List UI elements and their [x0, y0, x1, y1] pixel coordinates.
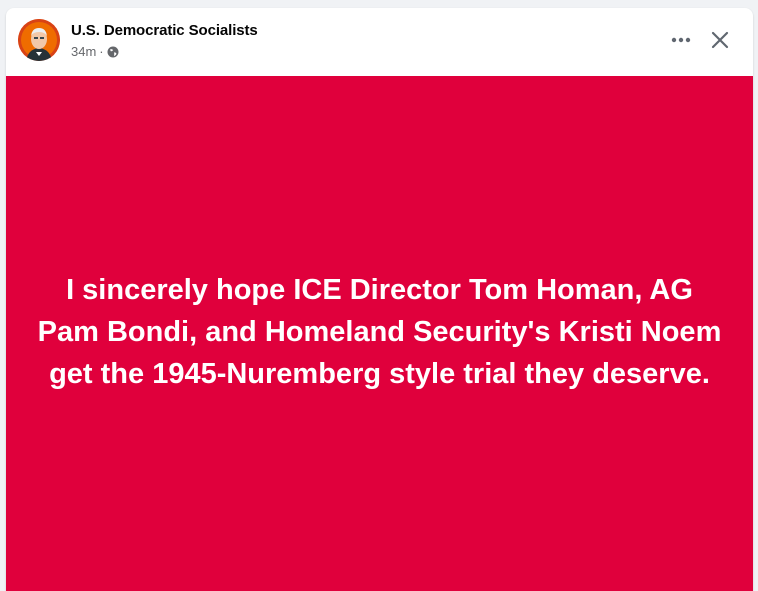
meta-separator: · — [99, 44, 104, 59]
post-header: U.S. Democratic Socialists 34m · — [6, 8, 753, 76]
globe-icon — [107, 46, 119, 57]
author-name[interactable]: U.S. Democratic Socialists — [71, 22, 258, 39]
post-card: U.S. Democratic Socialists 34m · I since… — [6, 8, 753, 591]
close-button[interactable] — [702, 22, 738, 58]
more-options-icon — [671, 37, 691, 43]
post-text: I sincerely hope ICE Director Tom Homan,… — [37, 273, 722, 390]
post-text-background: I sincerely hope ICE Director Tom Homan,… — [6, 76, 753, 591]
author-avatar[interactable] — [18, 19, 60, 61]
close-icon — [711, 31, 729, 49]
more-options-button[interactable] — [663, 24, 699, 56]
avatar-image — [18, 19, 60, 61]
post-meta: 34m · — [71, 44, 119, 59]
post-timestamp[interactable]: 34m — [71, 44, 96, 59]
